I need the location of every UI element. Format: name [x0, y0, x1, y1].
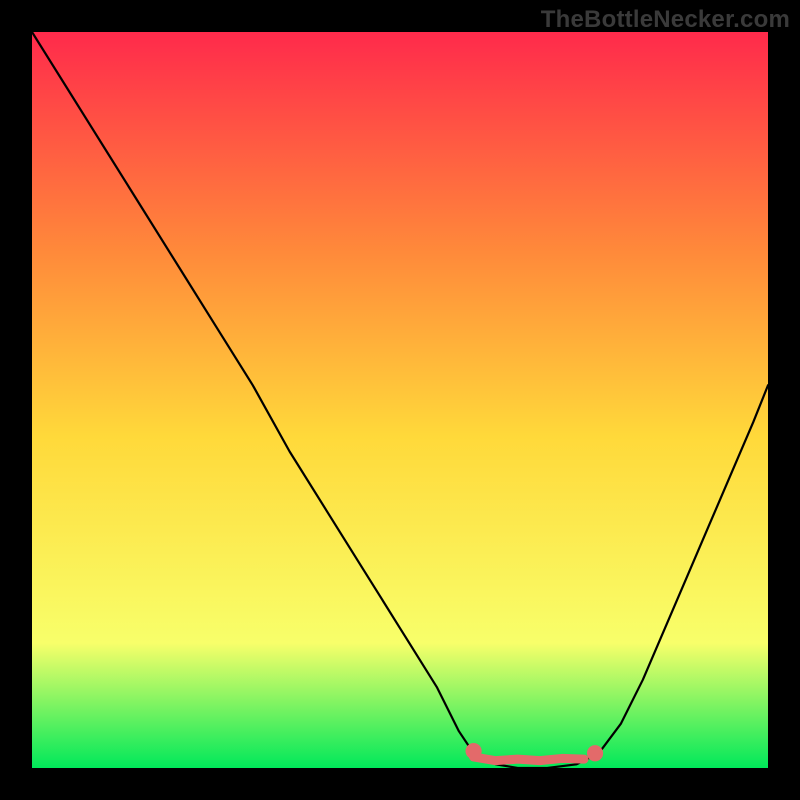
- marker-dot-left: [466, 743, 482, 759]
- flat-marker-line: [474, 757, 584, 761]
- marker-dot-right: [587, 745, 603, 761]
- chart-plot: [32, 32, 768, 768]
- gradient-background: [32, 32, 768, 768]
- chart-frame: TheBottleNecker.com: [0, 0, 800, 800]
- watermark-text: TheBottleNecker.com: [541, 6, 790, 34]
